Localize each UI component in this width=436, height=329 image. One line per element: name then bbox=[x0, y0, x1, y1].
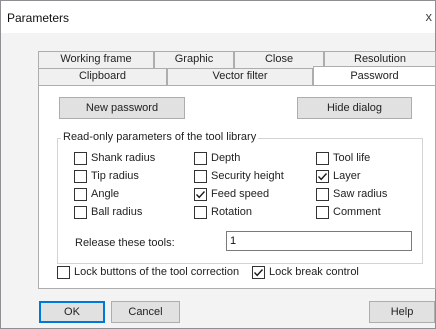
release-tools-input[interactable] bbox=[226, 231, 412, 251]
help-button[interactable]: Help bbox=[369, 301, 435, 323]
new-password-button[interactable]: New password bbox=[59, 97, 185, 119]
checkbox-box[interactable] bbox=[252, 265, 265, 279]
checkbox-depth[interactable]: Depth bbox=[194, 151, 240, 165]
checkbox-shank-radius[interactable]: Shank radius bbox=[74, 151, 155, 165]
checkbox-label: Comment bbox=[333, 206, 381, 218]
group-title: Read-only parameters of the tool library bbox=[61, 131, 259, 143]
checkbox-label: Depth bbox=[211, 152, 241, 164]
tab-vector-filter[interactable]: Vector filter bbox=[167, 68, 313, 85]
tab-password[interactable]: Password bbox=[313, 66, 436, 85]
checkbox-lock-tool-correction[interactable]: Lock buttons of the tool correction bbox=[57, 265, 239, 279]
checkbox-box[interactable] bbox=[74, 205, 87, 219]
checkbox-lock-break-control[interactable]: Lock break control bbox=[252, 265, 359, 279]
checkbox-label: Saw radius bbox=[333, 188, 388, 200]
checkbox-tip-radius[interactable]: Tip radius bbox=[74, 169, 139, 183]
checkbox-label: Shank radius bbox=[91, 152, 156, 164]
checkbox-box[interactable] bbox=[57, 265, 70, 279]
checkbox-layer[interactable]: Layer bbox=[316, 169, 361, 183]
checkbox-ball-radius[interactable]: Ball radius bbox=[74, 205, 142, 219]
checkbox-label: Angle bbox=[91, 188, 120, 200]
checkbox-box[interactable] bbox=[74, 169, 87, 183]
tab-row-front: Clipboard Vector filter Password bbox=[38, 66, 436, 85]
tab-working-frame[interactable]: Working frame bbox=[38, 51, 154, 68]
checkbox-label: Feed speed bbox=[211, 188, 270, 200]
checkbox-security-height[interactable]: Security height bbox=[194, 169, 284, 183]
ok-button[interactable]: OK bbox=[39, 301, 105, 323]
close-icon[interactable]: x bbox=[426, 9, 433, 24]
checkbox-box[interactable] bbox=[74, 187, 87, 201]
checkbox-rotation[interactable]: Rotation bbox=[194, 205, 252, 219]
checkbox-label: Lock break control bbox=[269, 266, 359, 278]
hide-dialog-button[interactable]: Hide dialog bbox=[297, 97, 412, 119]
checkbox-label: Tip radius bbox=[91, 170, 139, 182]
checkbox-label: Security height bbox=[211, 170, 284, 182]
checkbox-label: Layer bbox=[333, 170, 361, 182]
release-tools-label: Release these tools: bbox=[75, 237, 175, 249]
checkbox-box[interactable] bbox=[316, 151, 329, 165]
window-title: Parameters bbox=[7, 11, 70, 25]
title-bar: Parameters x bbox=[1, 1, 435, 33]
parameters-dialog: Parameters x Working frame Graphic Close… bbox=[0, 0, 436, 329]
checkbox-label: Rotation bbox=[211, 206, 252, 218]
checkbox-box[interactable] bbox=[194, 169, 207, 183]
checkbox-tool-life[interactable]: Tool life bbox=[316, 151, 370, 165]
checkmark-icon bbox=[253, 268, 264, 276]
checkbox-box[interactable] bbox=[194, 187, 207, 201]
checkbox-box[interactable] bbox=[316, 205, 329, 219]
checkbox-box[interactable] bbox=[194, 205, 207, 219]
checkmark-icon bbox=[317, 172, 328, 180]
checkbox-box[interactable] bbox=[74, 151, 87, 165]
tab-clipboard[interactable]: Clipboard bbox=[38, 68, 167, 85]
checkmark-icon bbox=[195, 190, 206, 198]
tab-close[interactable]: Close bbox=[234, 51, 324, 68]
checkbox-saw-radius[interactable]: Saw radius bbox=[316, 187, 387, 201]
checkbox-angle[interactable]: Angle bbox=[74, 187, 119, 201]
checkbox-box[interactable] bbox=[316, 169, 329, 183]
checkbox-label: Ball radius bbox=[91, 206, 143, 218]
checkbox-comment[interactable]: Comment bbox=[316, 205, 381, 219]
cancel-button[interactable]: Cancel bbox=[111, 301, 180, 323]
tab-graphic[interactable]: Graphic bbox=[154, 51, 234, 68]
checkbox-label: Tool life bbox=[333, 152, 371, 164]
checkbox-box[interactable] bbox=[194, 151, 207, 165]
checkbox-feed-speed[interactable]: Feed speed bbox=[194, 187, 269, 201]
checkbox-label: Lock buttons of the tool correction bbox=[74, 266, 240, 278]
checkbox-box[interactable] bbox=[316, 187, 329, 201]
